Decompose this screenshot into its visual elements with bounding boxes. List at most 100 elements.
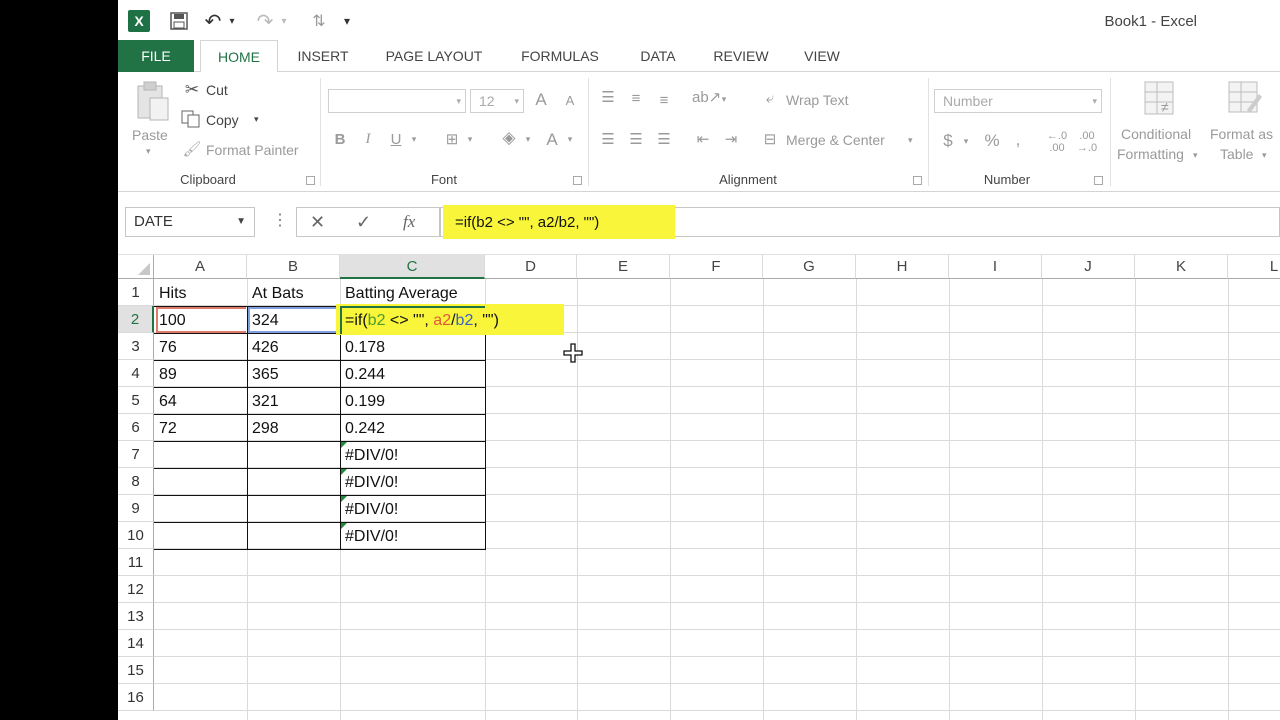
cell-c10[interactable]: #DIV/0! (341, 523, 485, 550)
increase-indent-icon[interactable]: ⇥ (720, 130, 742, 148)
orientation-dropdown-icon[interactable]: ▾ (718, 94, 730, 105)
column-header-b[interactable]: B (247, 255, 340, 279)
shrink-font-icon[interactable]: A (562, 93, 578, 108)
customize-qat-icon[interactable]: ▾ (340, 8, 354, 34)
select-all-button[interactable] (118, 255, 154, 279)
fill-color-icon[interactable]: ◈ (498, 128, 520, 148)
underline-dropdown-icon[interactable]: ▾ (408, 134, 420, 145)
cell-b4[interactable]: 365 (248, 361, 340, 388)
column-header-j[interactable]: J (1042, 255, 1135, 279)
format-painter-button[interactable]: Format Painter (206, 142, 299, 158)
row-header-11[interactable]: 11 (118, 549, 154, 576)
alignment-launcher-icon[interactable] (913, 176, 922, 185)
orientation-icon[interactable]: ab↗ (692, 88, 721, 106)
borders-icon[interactable]: ⊞ (442, 130, 462, 148)
paste-dropdown-icon[interactable]: ▾ (146, 146, 151, 157)
decrease-indent-icon[interactable]: ⇤ (692, 130, 714, 148)
row-header-5[interactable]: 5 (118, 387, 154, 414)
conditional-formatting-button[interactable]: Conditional (1121, 126, 1191, 142)
tab-formulas[interactable]: FORMULAS (512, 40, 608, 72)
row-header-9[interactable]: 9 (118, 495, 154, 522)
merge-center-icon[interactable]: ⊟ (760, 130, 780, 148)
sort-icon[interactable]: ⇅ (308, 8, 330, 34)
grow-font-icon[interactable]: A (532, 90, 550, 110)
paste-button[interactable]: Paste (132, 127, 168, 143)
column-header-l[interactable]: L (1228, 255, 1280, 279)
underline-button[interactable]: U (388, 131, 404, 148)
cell-a5[interactable]: 64 (155, 388, 247, 415)
number-format-combo[interactable]: Number ▾ (934, 89, 1102, 113)
cell-c8[interactable]: #DIV/0! (341, 469, 485, 496)
cell-a10[interactable] (155, 523, 247, 550)
format-as-table-button[interactable]: Format as (1210, 126, 1273, 142)
cell-b3[interactable]: 426 (248, 334, 340, 361)
align-bottom-icon[interactable]: ≡ (654, 92, 674, 109)
cell-c4[interactable]: 0.244 (341, 361, 485, 388)
wrap-text-icon[interactable]: ⤶ (760, 90, 780, 107)
fill-dropdown-icon[interactable]: ▾ (522, 134, 534, 145)
merge-center-button[interactable]: Merge & Center (786, 132, 885, 148)
copy-button[interactable]: Copy (206, 112, 239, 128)
formula-input[interactable]: =if(b2 <> "", a2/b2, "") (440, 205, 1280, 239)
decrease-decimal-icon[interactable]: .00 →.0 (1074, 130, 1100, 154)
row-header-10[interactable]: 10 (118, 522, 154, 549)
column-header-h[interactable]: H (856, 255, 949, 279)
row-header-16[interactable]: 16 (118, 684, 154, 711)
redo-icon[interactable]: ↷ (254, 8, 276, 34)
borders-dropdown-icon[interactable]: ▾ (464, 134, 476, 145)
column-header-a[interactable]: A (154, 255, 247, 279)
cell-b8[interactable] (248, 469, 340, 496)
align-top-icon[interactable]: ☰ (598, 88, 618, 106)
cell-b1[interactable]: At Bats (248, 280, 340, 307)
align-right-icon[interactable]: ☰ (654, 130, 674, 148)
merge-dropdown-icon[interactable]: ▾ (908, 135, 913, 146)
bold-button[interactable]: B (332, 131, 348, 148)
column-header-g[interactable]: G (763, 255, 856, 279)
italic-button[interactable]: I (360, 131, 376, 148)
paste-icon[interactable] (132, 80, 172, 121)
column-header-f[interactable]: F (670, 255, 763, 279)
cell-a9[interactable] (155, 496, 247, 523)
cut-button[interactable]: Cut (206, 82, 228, 98)
row-header-12[interactable]: 12 (118, 576, 154, 603)
redo-dropdown-icon[interactable]: ▾ (278, 8, 290, 34)
tab-home[interactable]: HOME (200, 40, 278, 73)
cell-b9[interactable] (248, 496, 340, 523)
row-header-14[interactable]: 14 (118, 630, 154, 657)
save-icon[interactable] (166, 8, 192, 34)
row-header-7[interactable]: 7 (118, 441, 154, 468)
copy-dropdown-icon[interactable]: ▾ (254, 114, 259, 125)
cell-b6[interactable]: 298 (248, 415, 340, 442)
cell-b2[interactable]: 324 (248, 307, 340, 334)
undo-dropdown-icon[interactable]: ▾ (226, 8, 238, 34)
cell-a4[interactable]: 89 (155, 361, 247, 388)
worksheet-grid[interactable]: A B C D E F G H I J K L 1 2 3 4 5 6 7 8 9 10 11 12 1… (118, 255, 1280, 720)
insert-function-icon[interactable]: fx (403, 212, 415, 232)
row-header-3[interactable]: 3 (118, 333, 154, 360)
tab-view[interactable]: VIEW (794, 40, 850, 72)
font-color-dropdown-icon[interactable]: ▾ (564, 134, 576, 145)
column-header-d[interactable]: D (485, 255, 577, 279)
tab-insert[interactable]: INSERT (286, 40, 360, 72)
tab-data[interactable]: DATA (630, 40, 686, 72)
cell-b7[interactable] (248, 442, 340, 469)
cell-c9[interactable]: #DIV/0! (341, 496, 485, 523)
row-header-15[interactable]: 15 (118, 657, 154, 684)
row-header-4[interactable]: 4 (118, 360, 154, 387)
cell-a8[interactable] (155, 469, 247, 496)
number-launcher-icon[interactable] (1094, 176, 1103, 185)
cell-c1[interactable]: Batting Average (341, 280, 485, 307)
column-header-i[interactable]: I (949, 255, 1042, 279)
cell-c6[interactable]: 0.242 (341, 415, 485, 442)
font-color-icon[interactable]: A (542, 130, 562, 150)
column-header-e[interactable]: E (577, 255, 670, 279)
cell-a1[interactable]: Hits (155, 280, 247, 307)
currency-icon[interactable]: $ (940, 131, 956, 151)
font-name-combo[interactable]: ▾ (328, 89, 466, 113)
cell-b10[interactable] (248, 523, 340, 550)
cell-a3[interactable]: 76 (155, 334, 247, 361)
align-middle-icon[interactable]: ≡ (626, 90, 646, 107)
tab-file[interactable]: FILE (118, 40, 194, 72)
align-left-icon[interactable]: ☰ (598, 130, 618, 148)
currency-dropdown-icon[interactable]: ▾ (960, 136, 972, 147)
